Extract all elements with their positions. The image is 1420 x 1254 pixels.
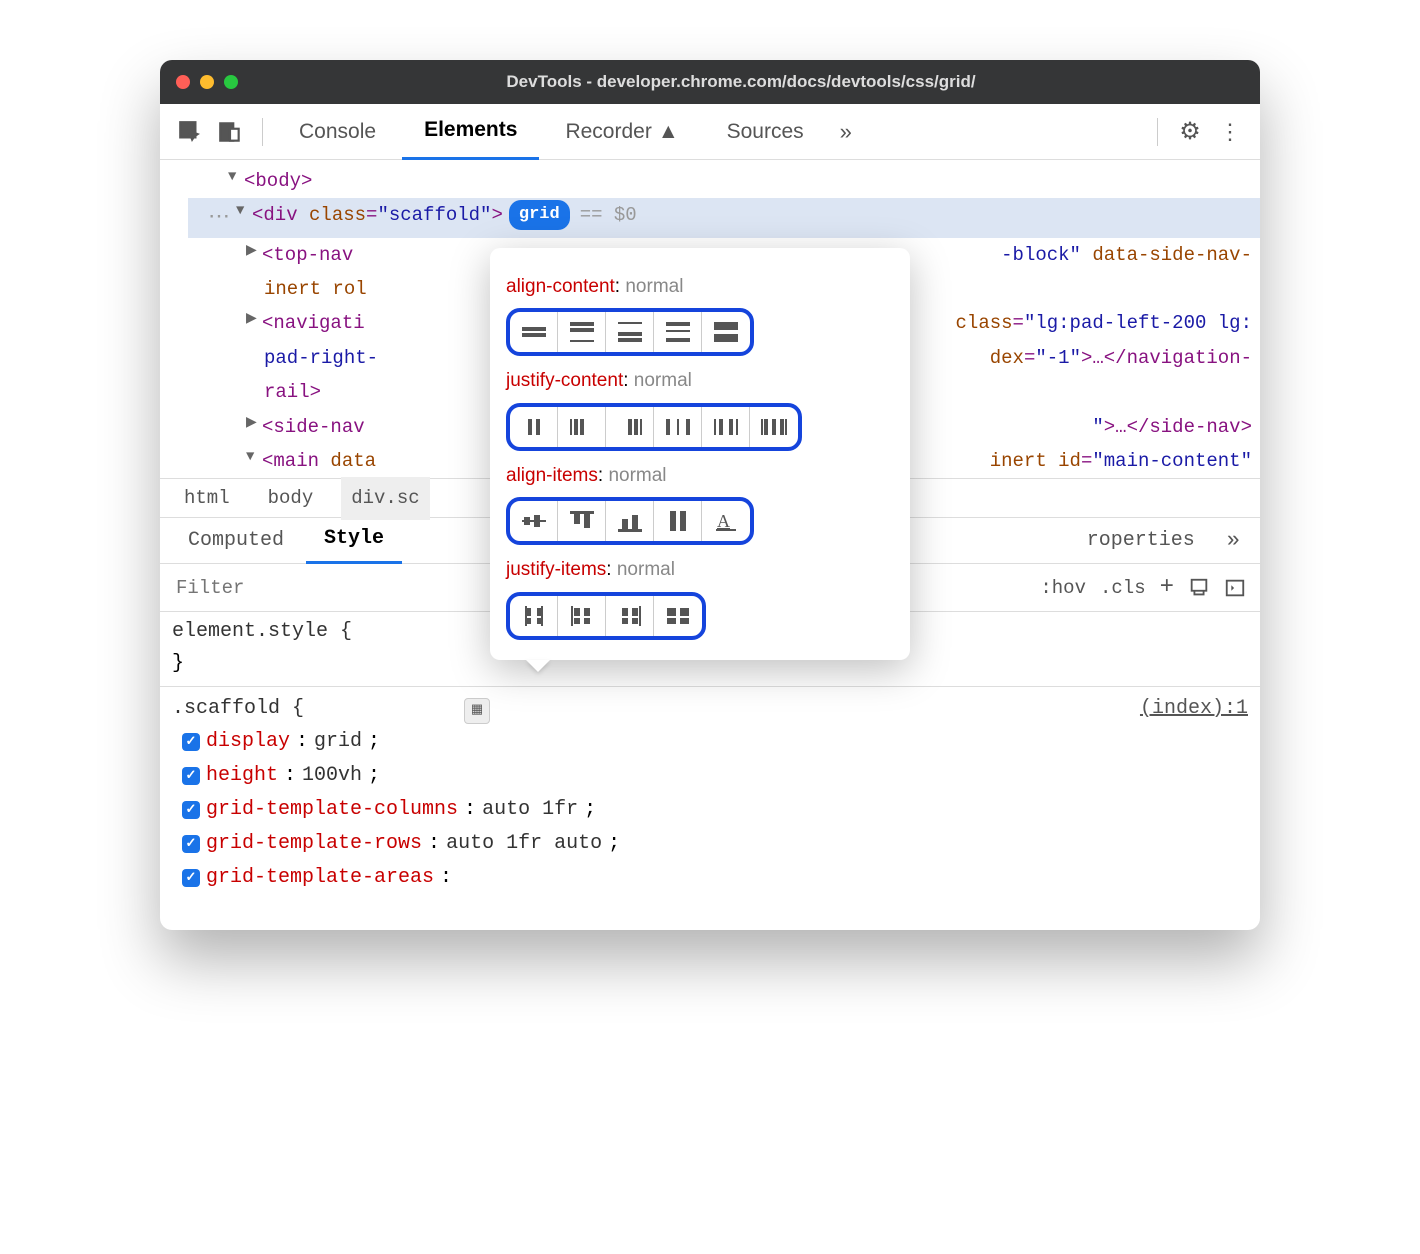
flask-icon: ▲ [658, 120, 679, 144]
css-declaration[interactable]: grid-template-rows: auto 1fr auto; [172, 827, 1248, 861]
justify-content-options [506, 403, 802, 451]
justify-content-space-around[interactable] [702, 407, 750, 447]
toggle-declaration-checkbox[interactable] [182, 733, 200, 751]
separator [262, 118, 263, 146]
align-items-baseline[interactable]: A [702, 501, 750, 541]
breadcrumb-div[interactable]: div.sc [341, 477, 429, 519]
justify-content-center[interactable] [510, 407, 558, 447]
svg-text:A: A [717, 511, 730, 531]
expand-toggle[interactable] [228, 166, 242, 188]
justify-items-label: justify-items: normal [506, 555, 894, 585]
tab-properties[interactable]: roperties [1069, 518, 1213, 564]
separator [1157, 118, 1158, 146]
rule-scaffold[interactable]: (index):1 .scaffold { ▦ display: grid; h… [172, 693, 1248, 895]
css-declaration[interactable]: grid-template-columns: auto 1fr; [172, 793, 1248, 827]
tab-sources[interactable]: Sources [705, 104, 826, 160]
menu-button[interactable]: ⋮ [1212, 114, 1248, 150]
justify-content-label: justify-content: normal [506, 366, 894, 396]
more-tabs-button[interactable]: » [830, 119, 862, 145]
justify-content-space-evenly[interactable] [750, 407, 798, 447]
stylesheet-source-link[interactable]: (index):1 [1140, 693, 1248, 725]
device-toolbar-button[interactable] [212, 114, 248, 150]
align-items-options: A [506, 497, 754, 545]
grid-editor-button[interactable]: ▦ [464, 698, 490, 724]
dom-node-body[interactable]: <body> [188, 164, 1260, 198]
align-items-end[interactable] [606, 501, 654, 541]
tab-recorder-label: Recorder [565, 120, 651, 144]
justify-content-end[interactable] [606, 407, 654, 447]
expand-toggle[interactable] [246, 240, 260, 262]
align-content-label: align-content: normal [506, 272, 894, 302]
window-titlebar: DevTools - developer.chrome.com/docs/dev… [160, 60, 1260, 104]
tab-styles[interactable]: Style [306, 518, 402, 564]
devtools-toolbar: Console Elements Recorder ▲ Sources » ⚙ … [160, 104, 1260, 160]
more-styletabs-button[interactable]: » [1217, 523, 1250, 558]
align-content-space-between[interactable] [654, 312, 702, 352]
tab-console[interactable]: Console [277, 104, 398, 160]
hov-button[interactable]: :hov [1040, 573, 1086, 603]
close-window-button[interactable] [176, 75, 190, 89]
expand-toggle[interactable] [246, 412, 260, 434]
toggle-declaration-checkbox[interactable] [182, 801, 200, 819]
toggle-pane-button[interactable] [1224, 577, 1246, 599]
toggle-declaration-checkbox[interactable] [182, 767, 200, 785]
align-items-start[interactable] [558, 501, 606, 541]
css-declaration[interactable]: height: 100vh; [172, 759, 1248, 793]
tag-name: <body> [244, 166, 312, 196]
breadcrumb-html[interactable]: html [174, 477, 240, 519]
align-items-center[interactable] [510, 501, 558, 541]
justify-items-center[interactable] [510, 596, 558, 636]
inspect-element-button[interactable] [172, 114, 208, 150]
dollar-zero-label: == $0 [580, 200, 637, 230]
toggle-declaration-checkbox[interactable] [182, 835, 200, 853]
minimize-window-button[interactable] [200, 75, 214, 89]
elements-panel: <body> ⋯ <div class="scaffold"> grid == … [160, 160, 1260, 930]
expand-toggle[interactable] [246, 308, 260, 330]
new-rule-button[interactable]: + [1160, 569, 1174, 607]
cls-button[interactable]: .cls [1100, 573, 1146, 603]
tab-recorder[interactable]: Recorder ▲ [543, 104, 700, 160]
justify-content-start[interactable] [558, 407, 606, 447]
justify-items-end[interactable] [606, 596, 654, 636]
justify-items-start[interactable] [558, 596, 606, 636]
align-content-end[interactable] [606, 312, 654, 352]
css-declaration[interactable]: grid-template-areas: [172, 861, 1248, 895]
toggle-declaration-checkbox[interactable] [182, 869, 200, 887]
traffic-lights [176, 75, 238, 89]
ellipsis-icon[interactable]: ⋯ [208, 200, 236, 235]
gear-icon: ⚙ [1179, 117, 1201, 146]
grid-badge[interactable]: grid [509, 200, 570, 229]
kebab-icon: ⋮ [1219, 119, 1241, 145]
settings-button[interactable]: ⚙ [1172, 114, 1208, 150]
dom-node-selected[interactable]: ⋯ <div class="scaffold"> grid == $0 [188, 198, 1260, 237]
justify-items-options [506, 592, 706, 640]
align-content-center[interactable] [510, 312, 558, 352]
align-content-stretch[interactable] [702, 312, 750, 352]
breadcrumb-body[interactable]: body [258, 477, 324, 519]
css-declaration[interactable]: display: grid; [172, 725, 1248, 759]
align-content-options [506, 308, 754, 356]
align-content-start[interactable] [558, 312, 606, 352]
justify-items-stretch[interactable] [654, 596, 702, 636]
justify-content-space-between[interactable] [654, 407, 702, 447]
expand-toggle[interactable] [236, 200, 250, 222]
tab-elements[interactable]: Elements [402, 104, 539, 160]
align-items-stretch[interactable] [654, 501, 702, 541]
grid-alignment-popover: align-content: normal justify-content: n… [490, 248, 910, 660]
tab-computed[interactable]: Computed [170, 518, 302, 564]
expand-toggle[interactable] [246, 446, 260, 468]
align-items-label: align-items: normal [506, 461, 894, 491]
print-mode-button[interactable] [1188, 577, 1210, 599]
maximize-window-button[interactable] [224, 75, 238, 89]
window-title: DevTools - developer.chrome.com/docs/dev… [238, 72, 1244, 92]
